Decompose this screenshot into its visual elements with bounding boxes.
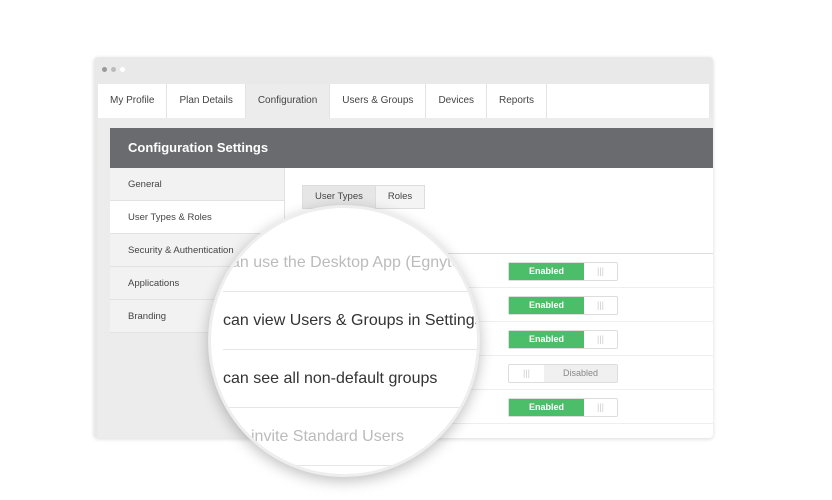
tab-configuration[interactable]: Configuration xyxy=(245,84,331,118)
page-title: Configuration Settings xyxy=(110,128,713,168)
toggle-label: Disabled xyxy=(544,365,617,382)
close-dot[interactable] xyxy=(102,67,107,72)
magnified-label: invite Standard Users xyxy=(251,408,477,466)
minimize-dot[interactable] xyxy=(111,67,116,72)
sidebar-item-general[interactable]: General xyxy=(110,168,284,201)
toggle-switch[interactable]: Enabled ||| xyxy=(508,398,618,417)
toggle-switch[interactable]: ||| Disabled xyxy=(508,364,618,383)
grip-icon: ||| xyxy=(596,266,604,276)
toggle-label: Enabled xyxy=(509,399,584,416)
grip-icon: ||| xyxy=(596,402,604,412)
toggle-label: Enabled xyxy=(509,263,584,280)
sub-tabs: User Types Roles xyxy=(302,185,426,209)
toggle-switch[interactable]: Enabled ||| xyxy=(508,296,618,315)
tab-my-profile[interactable]: My Profile xyxy=(98,84,168,118)
grip-icon: ||| xyxy=(522,368,530,378)
tab-devices[interactable]: Devices xyxy=(426,84,488,118)
toggle-switch[interactable]: Enabled ||| xyxy=(508,330,618,349)
grip-icon: ||| xyxy=(596,334,604,344)
maximize-dot[interactable] xyxy=(120,67,125,72)
tab-reports[interactable]: Reports xyxy=(487,84,548,118)
magnified-label: can use the Desktop App (Egnyte) xyxy=(223,234,477,292)
sidebar-item-user-types-roles[interactable]: User Types & Roles xyxy=(110,201,284,234)
tab-users-groups[interactable]: Users & Groups xyxy=(330,84,427,118)
grip-icon: ||| xyxy=(596,300,604,310)
magnified-label: can view Users & Groups in Settings xyxy=(223,292,477,350)
subtab-roles[interactable]: Roles xyxy=(376,186,424,208)
magnified-label: can see all non-default groups xyxy=(223,350,477,408)
toggle-switch[interactable]: Enabled ||| xyxy=(508,262,618,281)
toggle-label: Enabled xyxy=(509,297,584,314)
main-tabs: My Profile Plan Details Configuration Us… xyxy=(98,84,709,118)
magnifier-lens: can use the Desktop App (Egnyte) can vie… xyxy=(208,205,480,477)
window-controls xyxy=(102,67,125,72)
tab-plan-details[interactable]: Plan Details xyxy=(167,84,246,118)
toggle-label: Enabled xyxy=(509,331,584,348)
